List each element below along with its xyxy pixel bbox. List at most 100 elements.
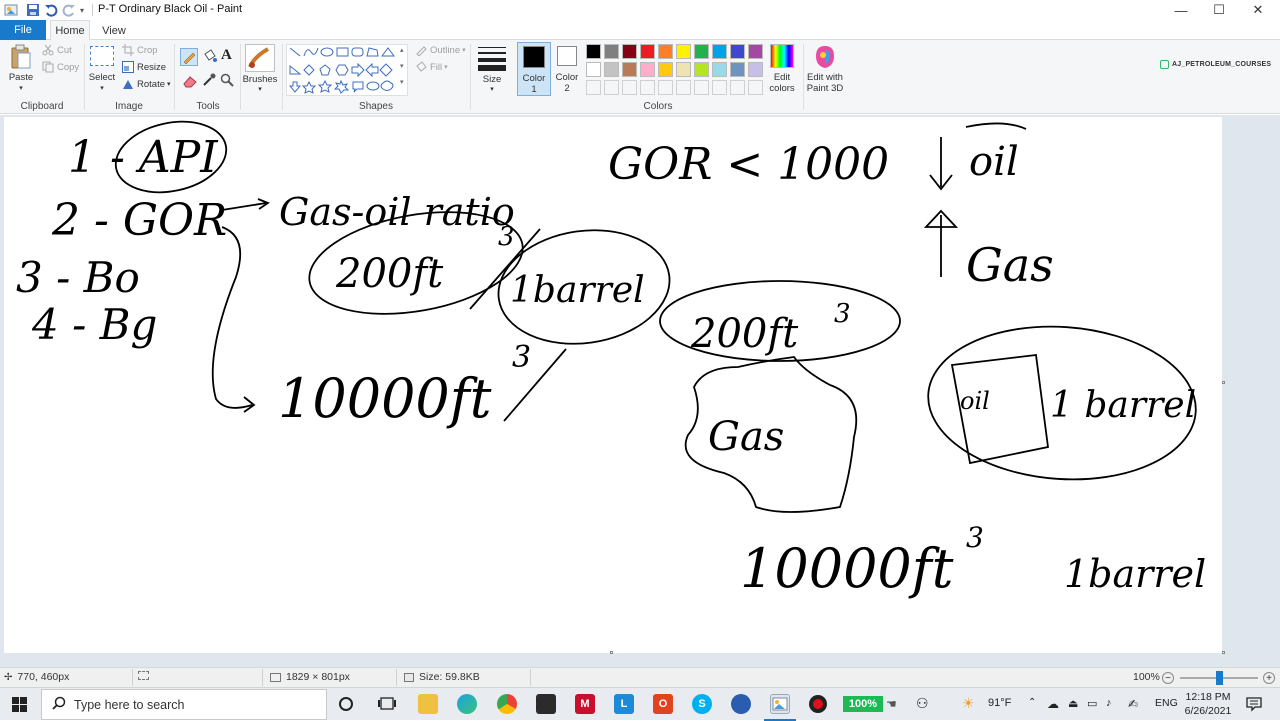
custom-color-slot[interactable] bbox=[748, 80, 763, 95]
edit-colors-label-2[interactable]: colors bbox=[764, 83, 800, 94]
people-icon[interactable]: ⚇ bbox=[916, 695, 929, 712]
mcafee-icon[interactable]: M bbox=[575, 694, 595, 714]
custom-color-slot[interactable] bbox=[712, 80, 727, 95]
custom-color-slot[interactable] bbox=[694, 80, 709, 95]
notification-center-icon[interactable] bbox=[1246, 696, 1262, 715]
palette-swatch[interactable] bbox=[676, 44, 691, 59]
save-icon[interactable] bbox=[26, 3, 40, 17]
recorder-icon[interactable] bbox=[809, 695, 827, 713]
redo-icon[interactable] bbox=[62, 3, 76, 17]
palette-swatch[interactable] bbox=[622, 44, 637, 59]
pen-icon[interactable]: ✍ bbox=[1128, 697, 1138, 711]
fill-bucket-icon[interactable] bbox=[201, 48, 217, 67]
windows-start-icon[interactable] bbox=[12, 697, 28, 716]
pencil-tool-icon[interactable] bbox=[180, 48, 198, 66]
color2-button[interactable]: Color 2 bbox=[552, 42, 582, 96]
shapes-gallery[interactable] bbox=[286, 44, 408, 96]
size-icon[interactable] bbox=[478, 45, 506, 71]
clock[interactable]: 12:18 PM 6/26/2021 bbox=[1180, 690, 1236, 718]
custom-color-slot[interactable] bbox=[658, 80, 673, 95]
tab-view[interactable]: View bbox=[96, 20, 132, 41]
rotate-button[interactable]: Rotate ▾ bbox=[122, 77, 171, 91]
canvas-resize-handle-right[interactable] bbox=[1222, 381, 1225, 384]
brushes-icon[interactable] bbox=[245, 44, 275, 72]
palette-swatch[interactable] bbox=[640, 44, 655, 59]
text-tool-icon[interactable]: A bbox=[221, 47, 232, 64]
undo-icon[interactable] bbox=[44, 3, 58, 17]
zoom-slider-thumb[interactable] bbox=[1216, 671, 1223, 685]
select-label[interactable]: Select bbox=[86, 72, 118, 83]
custom-color-slot[interactable] bbox=[604, 80, 619, 95]
cut-button[interactable]: Cut bbox=[42, 43, 72, 57]
close-button[interactable]: ✕ bbox=[1235, 0, 1280, 20]
custom-color-slot[interactable] bbox=[640, 80, 655, 95]
canvas-resize-handle-corner[interactable] bbox=[1222, 651, 1225, 654]
task-view-icon[interactable] bbox=[378, 696, 396, 715]
usb-icon[interactable]: ⏏ bbox=[1068, 697, 1078, 710]
tab-file[interactable]: File bbox=[0, 20, 46, 40]
outline-button[interactable]: Outline ▾ bbox=[415, 43, 466, 57]
palette-swatch[interactable] bbox=[586, 44, 601, 59]
paint-taskbar-icon[interactable] bbox=[770, 694, 790, 714]
file-explorer-icon[interactable] bbox=[418, 694, 438, 714]
palette-swatch[interactable] bbox=[586, 62, 601, 77]
palette-swatch[interactable] bbox=[730, 44, 745, 59]
size-chevron-icon[interactable]: ▾ bbox=[474, 84, 510, 95]
select-icon[interactable] bbox=[90, 46, 114, 66]
paint3d-icon[interactable] bbox=[814, 44, 836, 73]
photos-icon[interactable] bbox=[731, 694, 751, 714]
weather-temp[interactable]: 91°F bbox=[988, 697, 1011, 709]
palette-swatch[interactable] bbox=[712, 44, 727, 59]
cortana-icon[interactable] bbox=[339, 697, 353, 711]
paste-button[interactable] bbox=[10, 44, 32, 73]
volume-icon[interactable]: ♪ bbox=[1106, 697, 1112, 709]
paint3d-label-1[interactable]: Edit with bbox=[804, 72, 846, 83]
palette-swatch[interactable] bbox=[622, 62, 637, 77]
skype-icon[interactable]: S bbox=[692, 694, 712, 714]
edit-colors-label-1[interactable]: Edit bbox=[764, 72, 800, 83]
palette-swatch[interactable] bbox=[748, 44, 763, 59]
onedrive-icon[interactable]: ☁ bbox=[1047, 697, 1059, 711]
custom-color-slot[interactable] bbox=[676, 80, 691, 95]
resize-button[interactable]: Resize bbox=[122, 60, 166, 74]
palette-swatch[interactable] bbox=[730, 62, 745, 77]
custom-color-slot[interactable] bbox=[730, 80, 745, 95]
magnifier-icon[interactable] bbox=[220, 73, 234, 90]
customize-toolbar-chevron-icon[interactable]: ▾ bbox=[80, 3, 84, 17]
select-chevron-icon[interactable]: ▾ bbox=[86, 83, 118, 94]
office-icon[interactable]: O bbox=[653, 694, 673, 714]
palette-swatch[interactable] bbox=[658, 62, 673, 77]
paste-chevron-icon[interactable]: ▾ bbox=[4, 83, 38, 94]
custom-color-slot[interactable] bbox=[622, 80, 637, 95]
chrome-icon[interactable] bbox=[497, 694, 517, 714]
zoom-out-button[interactable]: − bbox=[1162, 672, 1174, 684]
color1-button[interactable]: Color 1 bbox=[517, 42, 551, 96]
canvas-resize-handle-bottom[interactable] bbox=[610, 651, 613, 654]
tab-home[interactable]: Home bbox=[50, 20, 90, 41]
palette-swatch[interactable] bbox=[640, 62, 655, 77]
zoom-in-button[interactable]: + bbox=[1263, 672, 1275, 684]
drawing-canvas[interactable]: 1 - API 2 - GOR 3 - Bo 4 - Bg Gas-oil ra… bbox=[4, 117, 1222, 653]
palette-swatch[interactable] bbox=[712, 62, 727, 77]
lenovo-vantage-icon[interactable]: L bbox=[614, 694, 634, 714]
palette-swatch[interactable] bbox=[694, 44, 709, 59]
crop-button[interactable]: Crop bbox=[122, 43, 158, 57]
copy-button[interactable]: Copy bbox=[42, 60, 79, 74]
store-icon[interactable] bbox=[536, 694, 556, 714]
edge-icon[interactable] bbox=[457, 694, 477, 714]
palette-swatch[interactable] bbox=[694, 62, 709, 77]
custom-color-slot[interactable] bbox=[586, 80, 601, 95]
edit-colors-icon[interactable] bbox=[770, 44, 794, 68]
fill-button[interactable]: Fill ▾ bbox=[415, 60, 448, 74]
battery-icon[interactable]: ▭ bbox=[1087, 697, 1097, 710]
palette-swatch[interactable] bbox=[658, 44, 673, 59]
palette-swatch[interactable] bbox=[676, 62, 691, 77]
language-indicator[interactable]: ENG bbox=[1155, 697, 1178, 709]
shapes-scroll-down-icon[interactable]: ▾ bbox=[400, 62, 404, 70]
eraser-icon[interactable] bbox=[182, 74, 198, 91]
shapes-scroll-up-icon[interactable]: ▴ bbox=[400, 46, 404, 54]
show-hidden-icons-icon[interactable]: ⌃ bbox=[1028, 697, 1036, 708]
palette-swatch[interactable] bbox=[604, 62, 619, 77]
paint3d-label-2[interactable]: Paint 3D bbox=[804, 83, 846, 94]
palette-swatch[interactable] bbox=[748, 62, 763, 77]
